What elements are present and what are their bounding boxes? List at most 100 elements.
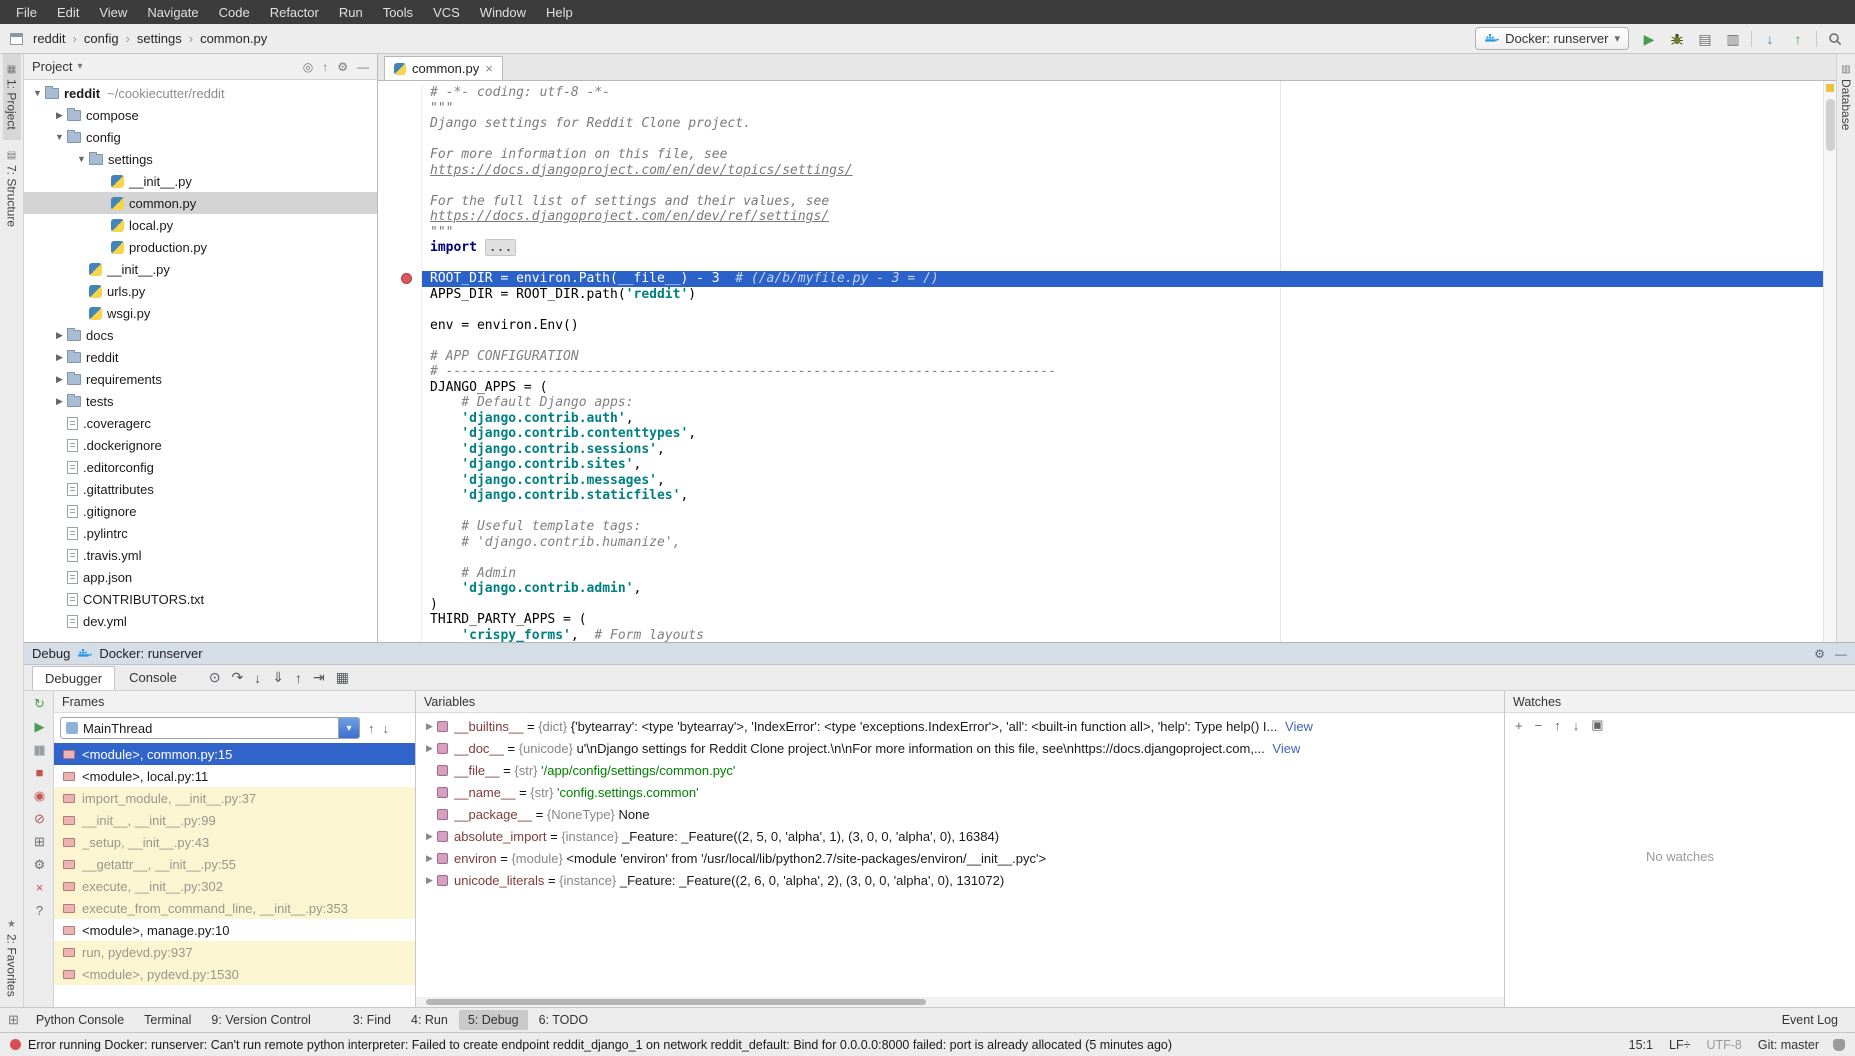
step-into-icon[interactable]: ↓ (254, 670, 261, 686)
vcs-update-icon[interactable]: ↓ (1760, 29, 1780, 49)
stripe-tab-1-project[interactable]: ▦1: Project (3, 54, 21, 140)
line-separator[interactable]: LF÷ (1669, 1038, 1690, 1052)
chevron-down-icon[interactable]: ▾ (338, 718, 359, 738)
expand-arrow-icon[interactable]: ▶ (422, 875, 437, 886)
scrollbar-thumb[interactable] (426, 999, 926, 1005)
code-line[interactable] (378, 256, 1836, 272)
project-panel-title[interactable]: Project (32, 59, 72, 74)
horizontal-scrollbar[interactable] (416, 997, 1504, 1007)
frame-row[interactable]: run, pydevd.py:937 (54, 941, 415, 963)
code-line[interactable]: # Useful template tags: (378, 519, 1836, 535)
menu-item-refactor[interactable]: Refactor (260, 2, 329, 23)
breadcrumb-item-common-py[interactable]: common.py (198, 29, 269, 48)
tree-item-app-json[interactable]: app.json (24, 566, 377, 588)
code-line[interactable]: https://docs.djangoproject.com/en/dev/re… (378, 209, 1836, 225)
frame-row[interactable]: execute, __init__.py:302 (54, 875, 415, 897)
tree-item-urls-py[interactable]: urls.py (24, 280, 377, 302)
menu-item-navigate[interactable]: Navigate (137, 2, 208, 23)
tree-item-wsgi-py[interactable]: wsgi.py (24, 302, 377, 324)
expand-arrow-icon[interactable]: ▶ (52, 396, 67, 407)
remove-watch-icon[interactable]: − (1535, 718, 1543, 733)
frame-row[interactable]: import_module, __init__.py:37 (54, 787, 415, 809)
tree-item-production-py[interactable]: production.py (24, 236, 377, 258)
tree-item--pylintrc[interactable]: .pylintrc (24, 522, 377, 544)
expand-arrow-icon[interactable]: ▶ (52, 330, 67, 341)
editor-tab-common-py[interactable]: common.py × (384, 56, 503, 80)
code-line[interactable]: 'django.contrib.auth', (378, 411, 1836, 427)
previous-frame-icon[interactable]: ↑ (368, 721, 375, 736)
code-line[interactable]: ROOT_DIR = environ.Path(__file__) - 3 # … (378, 271, 1836, 287)
hide-panel-icon[interactable]: — (1835, 647, 1847, 661)
expand-arrow-icon[interactable]: ▶ (422, 743, 437, 754)
code-line[interactable] (378, 302, 1836, 318)
settings-icon[interactable]: ⚙ (34, 858, 44, 871)
tool-window-button-terminal[interactable]: Terminal (135, 1010, 200, 1030)
collapse-arrow-icon[interactable]: ▼ (30, 88, 45, 98)
frame-row[interactable]: __init__, __init__.py:99 (54, 809, 415, 831)
settings-icon[interactable]: ⚙ (337, 60, 348, 74)
cursor-position[interactable]: 15:1 (1629, 1038, 1653, 1052)
tool-window-button-6-todo[interactable]: 6: TODO (530, 1010, 598, 1030)
stripe-tab-database[interactable]: ▥Database (1837, 54, 1855, 140)
menu-item-view[interactable]: View (89, 2, 137, 23)
tool-window-button-3-find[interactable]: 3: Find (344, 1010, 400, 1030)
expand-arrow-icon[interactable]: ▶ (422, 853, 437, 864)
tree-item-__init__-py[interactable]: __init__.py (24, 170, 377, 192)
code-line[interactable]: 'django.contrib.messages', (378, 473, 1836, 489)
tool-window-button-5-debug[interactable]: 5: Debug (459, 1010, 528, 1030)
debug-tab-console[interactable]: Console (117, 666, 189, 690)
frame-row[interactable]: <module>, common.py:15 (54, 743, 415, 765)
tree-item-tests[interactable]: ▶tests (24, 390, 377, 412)
collapse-all-icon[interactable]: ↑ (322, 60, 328, 74)
run-icon[interactable]: ▶ (1639, 29, 1659, 49)
code-line[interactable]: # APP CONFIGURATION (378, 349, 1836, 365)
code-line[interactable]: # Default Django apps: (378, 395, 1836, 411)
code-line[interactable]: For the full list of settings and their … (378, 194, 1836, 210)
breadcrumb-item-reddit[interactable]: reddit (31, 29, 68, 48)
profiler-icon[interactable]: ▥ (1723, 29, 1743, 49)
file-encoding[interactable]: UTF-8 (1706, 1038, 1741, 1052)
resume-icon[interactable]: ▶ (35, 720, 43, 733)
close-tab-icon[interactable]: × (485, 61, 493, 76)
view-breakpoints-icon[interactable]: ◉ (34, 789, 43, 802)
locate-file-icon[interactable]: ◎ (303, 60, 313, 74)
move-up-icon[interactable]: ↑ (1554, 718, 1561, 733)
editor-scrollbar[interactable] (1823, 81, 1836, 642)
breadcrumb-item-config[interactable]: config (82, 29, 121, 48)
frame-row[interactable]: execute_from_command_line, __init__.py:3… (54, 897, 415, 919)
highlighting-level-icon[interactable] (1833, 1039, 1845, 1051)
tree-item--coveragerc[interactable]: .coveragerc (24, 412, 377, 434)
help-icon[interactable]: ? (36, 904, 41, 917)
variable-row[interactable]: __package__ = {NoneType} None (416, 803, 1504, 825)
frame-row[interactable]: <module>, local.py:11 (54, 765, 415, 787)
code-line[interactable]: ) (378, 597, 1836, 613)
tree-item-dev-yml[interactable]: dev.yml (24, 610, 377, 632)
force-step-into-icon[interactable]: ⇓ (272, 669, 284, 686)
rerun-icon[interactable]: ↻ (34, 697, 43, 710)
frame-row[interactable]: <module>, pydevd.py:1530 (54, 963, 415, 985)
debug-bug-icon[interactable] (1667, 29, 1687, 49)
variable-row[interactable]: __name__ = {str} 'config.settings.common… (416, 781, 1504, 803)
breadcrumb-item-settings[interactable]: settings (135, 29, 184, 48)
tree-item-local-py[interactable]: local.py (24, 214, 377, 236)
view-value-link[interactable]: View (1269, 741, 1301, 756)
code-line[interactable]: """ (378, 101, 1836, 117)
settings-icon[interactable]: ⚙ (1814, 647, 1825, 661)
status-message[interactable]: Error running Docker: runserver: Can't r… (28, 1038, 1613, 1052)
code-line[interactable]: 'django.contrib.contenttypes', (378, 426, 1836, 442)
tree-item-config[interactable]: ▼config (24, 126, 377, 148)
tree-item-common-py[interactable]: common.py (24, 192, 377, 214)
variable-row[interactable]: ▶absolute_import = {instance} _Feature: … (416, 825, 1504, 847)
code-line[interactable]: import ... (378, 240, 1836, 256)
code-line[interactable]: # --------------------------------------… (378, 364, 1836, 380)
tree-item--dockerignore[interactable]: .dockerignore (24, 434, 377, 456)
tree-item-reddit[interactable]: ▶reddit (24, 346, 377, 368)
show-execution-point-icon[interactable]: ⊙ (209, 669, 221, 686)
close-icon[interactable]: × (36, 881, 42, 894)
tool-window-button-python-console[interactable]: Python Console (27, 1010, 133, 1030)
collapse-arrow-icon[interactable]: ▼ (74, 154, 89, 164)
tool-window-button-event-log[interactable]: Event Log (1773, 1010, 1847, 1030)
code-line[interactable]: """ (378, 225, 1836, 241)
menu-item-edit[interactable]: Edit (47, 2, 89, 23)
menu-item-vcs[interactable]: VCS (423, 2, 470, 23)
